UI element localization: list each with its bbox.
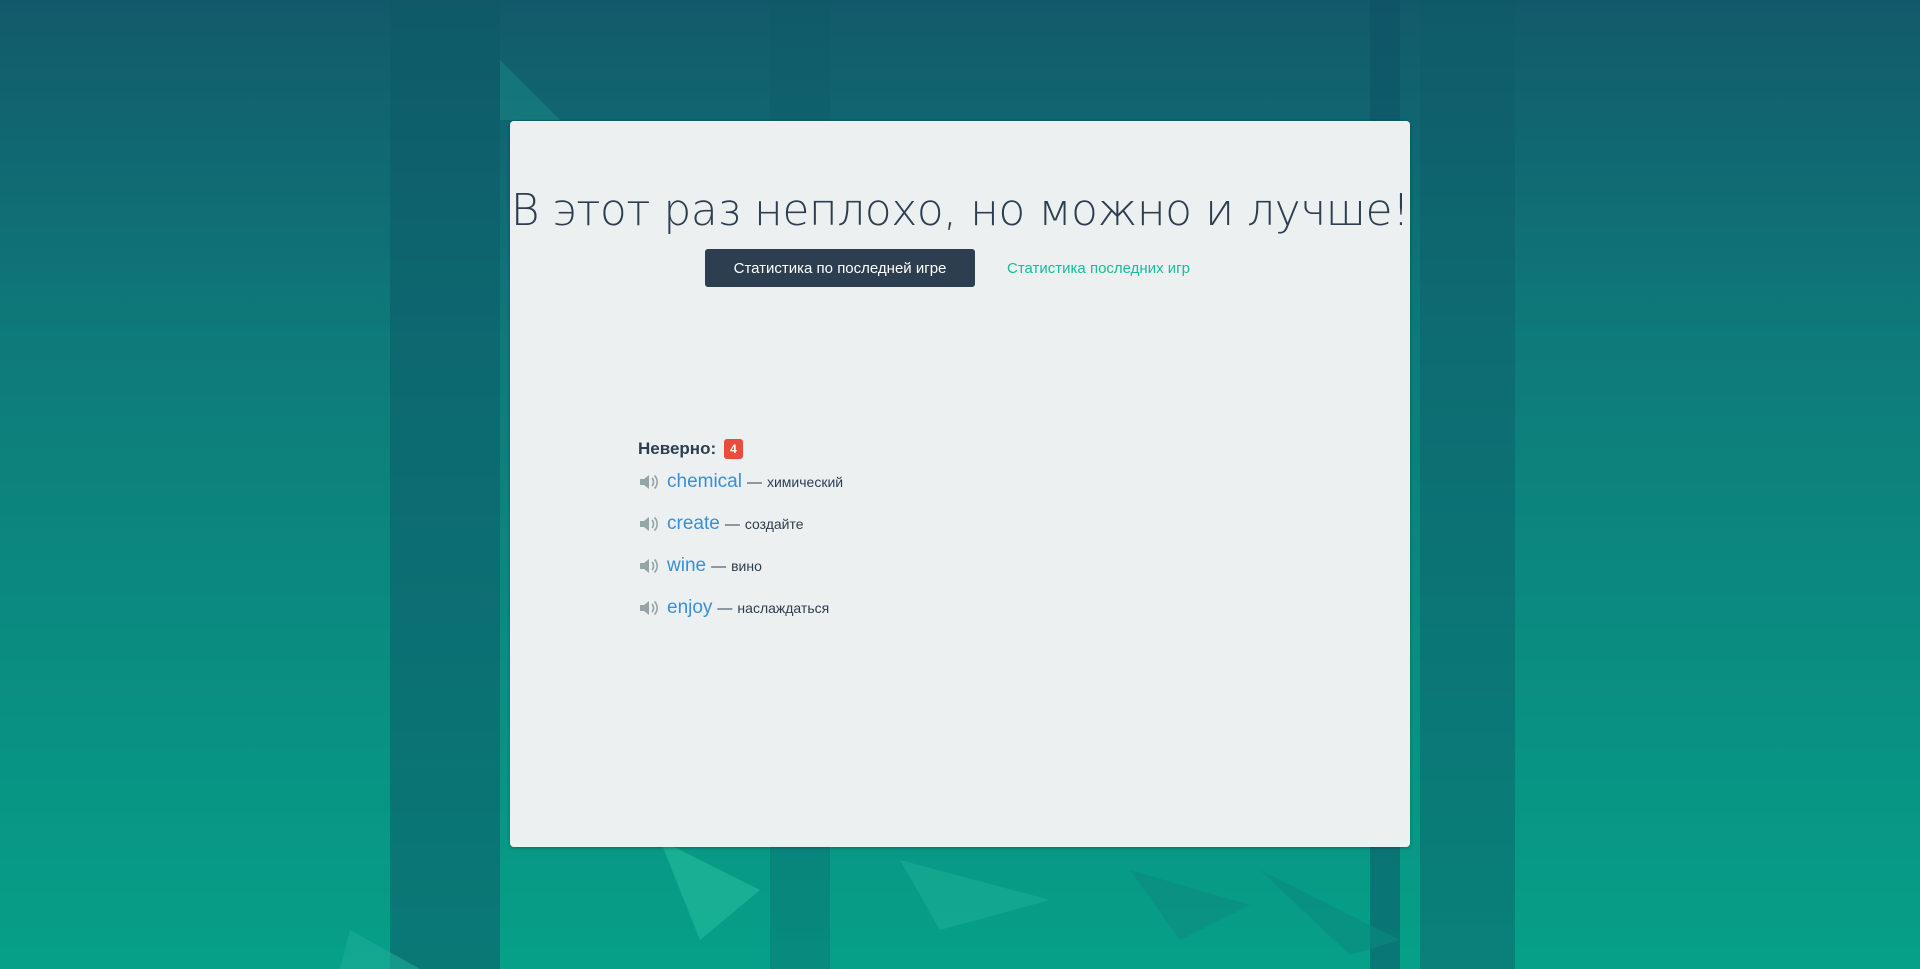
word-link[interactable]: create: [667, 513, 720, 535]
word-translation: наслаждаться: [737, 600, 830, 616]
wrong-label: Неверно:: [638, 439, 717, 458]
word-translation: создайте: [744, 516, 804, 532]
separator: —: [724, 515, 740, 533]
list-item: wine — вино: [638, 551, 762, 581]
speaker-icon[interactable]: [638, 557, 660, 575]
stats-tabs: Статистика по последней игре Статистика …: [705, 249, 1190, 287]
list-item: enjoy — наслаждаться: [638, 593, 829, 623]
word-link[interactable]: chemical: [667, 471, 742, 493]
word-translation: вино: [731, 558, 762, 574]
list-item: create — создайте: [638, 509, 804, 539]
tab-last-game[interactable]: Статистика по последней игре: [705, 249, 975, 287]
separator: —: [717, 599, 733, 617]
wrong-count-badge: 4: [724, 439, 743, 459]
list-item: chemical — химический: [638, 467, 843, 497]
word-list[interactable]: Неверно: 4 chemical — химический create …: [590, 317, 1336, 699]
word-translation: химический: [766, 474, 844, 490]
speaker-icon[interactable]: [638, 473, 660, 491]
speaker-icon[interactable]: [638, 599, 660, 617]
tab-recent-games[interactable]: Статистика последних игр: [1007, 260, 1190, 277]
word-link[interactable]: wine: [667, 555, 706, 577]
wrong-section-header: Неверно: 4: [638, 439, 743, 459]
separator: —: [711, 557, 727, 575]
speaker-icon[interactable]: [638, 515, 660, 533]
word-link[interactable]: enjoy: [667, 597, 712, 619]
separator: —: [746, 473, 762, 491]
results-card-content: В этот раз неплохо, но можно и лучше! Ст…: [510, 121, 1410, 847]
result-title: В этот раз неплохо, но можно и лучше!: [510, 185, 1410, 236]
